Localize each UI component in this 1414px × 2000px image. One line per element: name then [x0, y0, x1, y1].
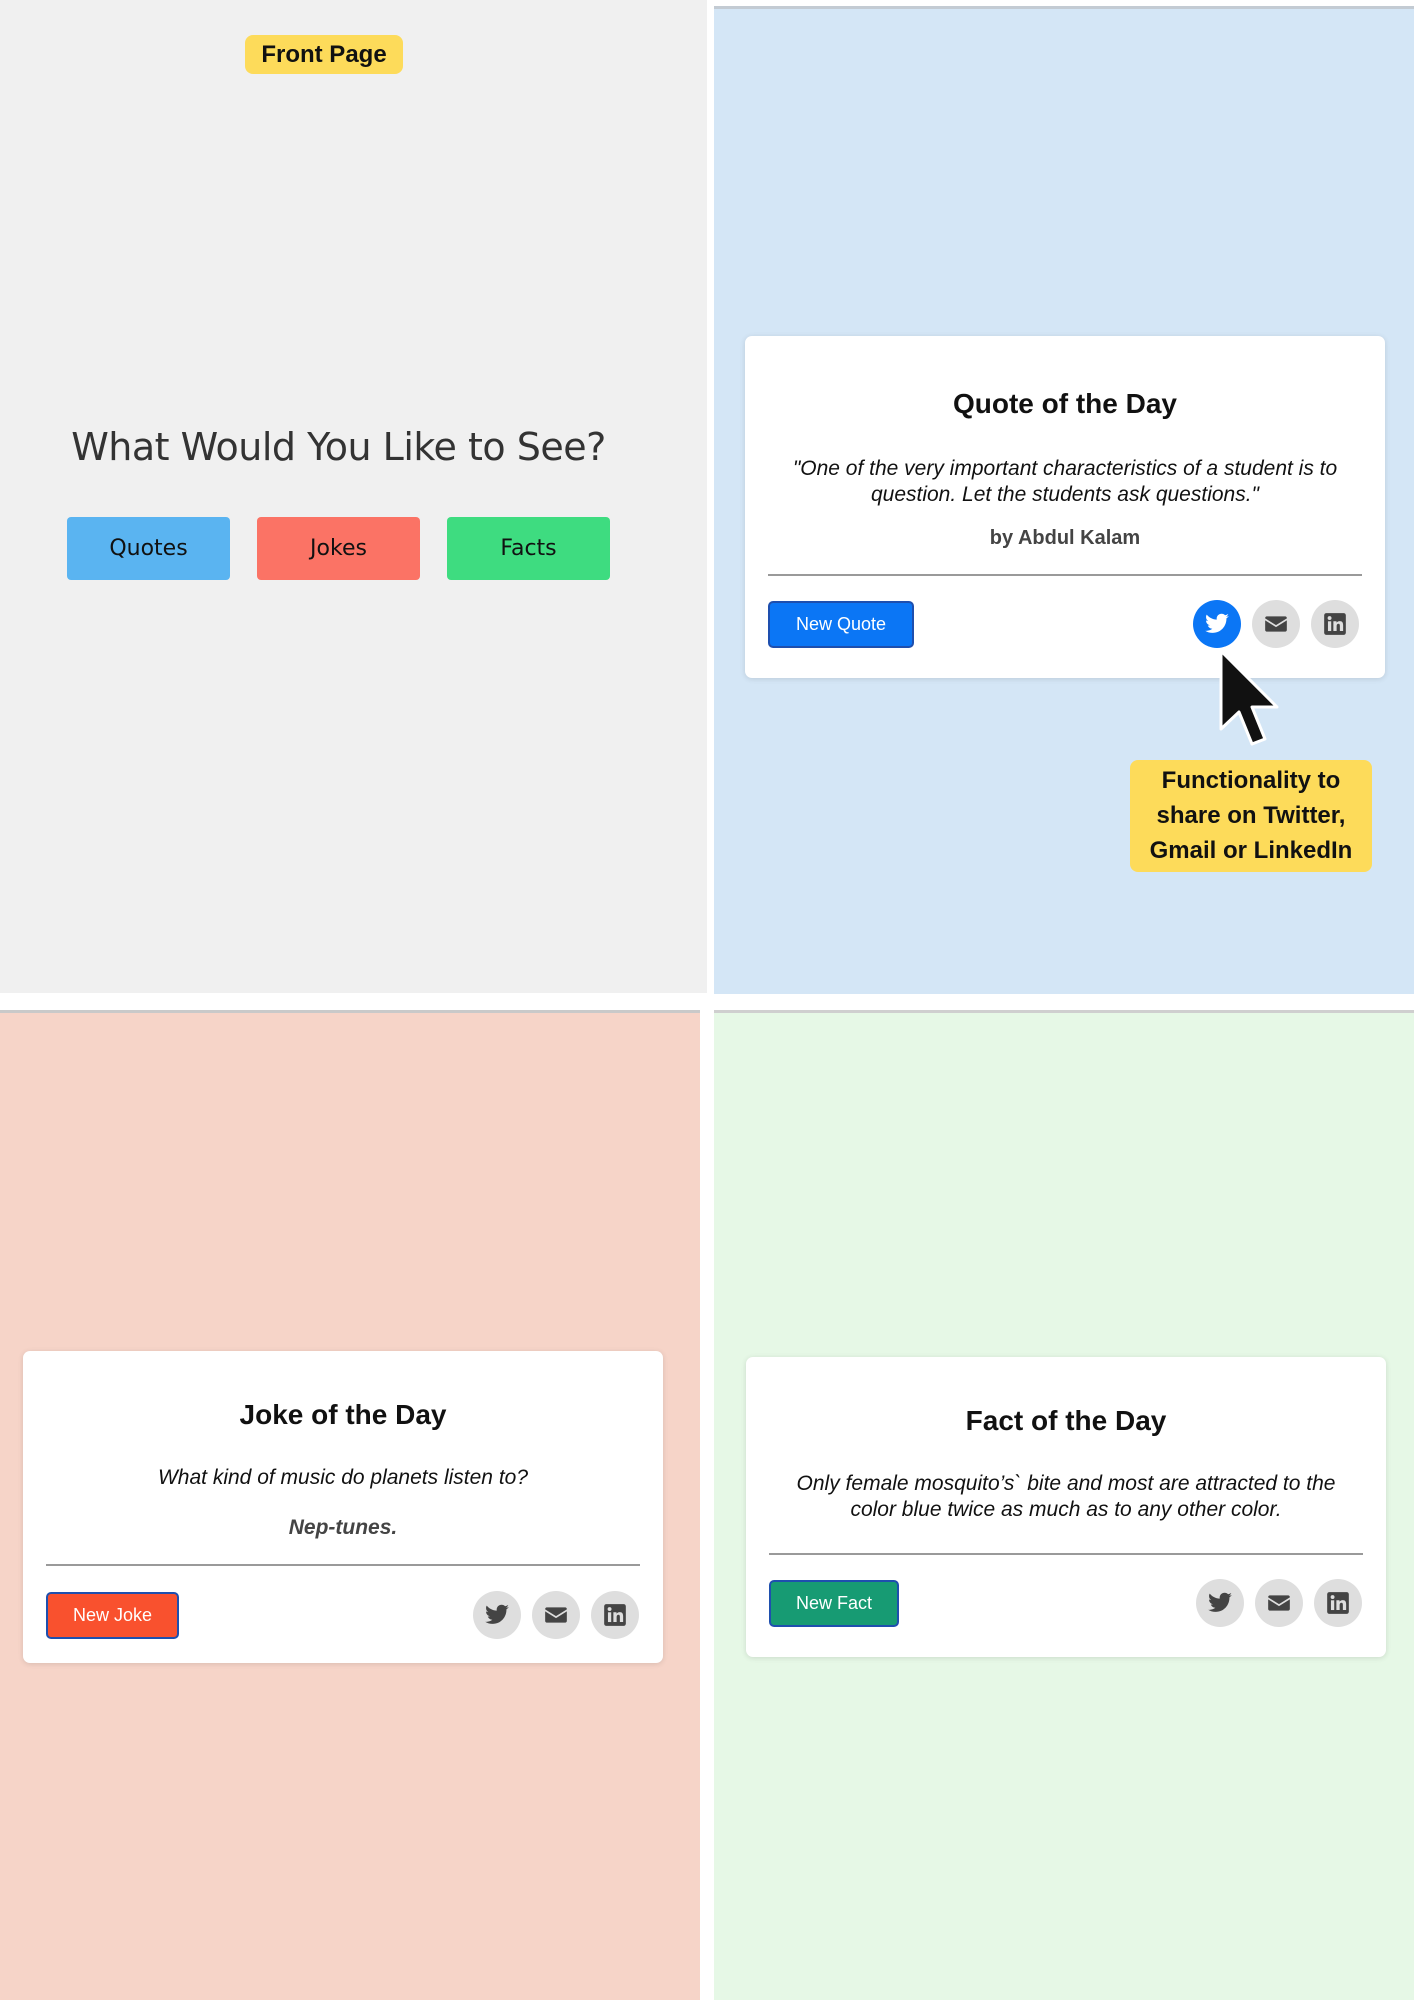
- divider: [46, 1564, 640, 1566]
- linkedin-icon: [1324, 613, 1346, 635]
- mail-icon: [1268, 1595, 1290, 1611]
- front-page-label: Front Page: [245, 35, 403, 74]
- email-share-button[interactable]: [1255, 1579, 1303, 1627]
- quotes-button[interactable]: Quotes: [67, 517, 230, 580]
- twitter-share-button[interactable]: [473, 1591, 521, 1639]
- twitter-icon: [1208, 1592, 1232, 1612]
- mouse-cursor-icon: [1219, 649, 1279, 746]
- linkedin-icon: [1327, 1592, 1349, 1614]
- new-fact-button[interactable]: New Fact: [769, 1580, 899, 1627]
- share-feature-annotation: Functionality to share on Twitter, Gmail…: [1130, 760, 1372, 872]
- linkedin-icon: [604, 1604, 626, 1626]
- divider: [768, 574, 1362, 576]
- linkedin-share-button[interactable]: [591, 1591, 639, 1639]
- jokes-button[interactable]: Jokes: [257, 517, 420, 580]
- joke-answer: Nep-tunes.: [288, 1516, 398, 1539]
- twitter-icon: [485, 1604, 509, 1624]
- twitter-share-button[interactable]: [1193, 600, 1241, 648]
- divider: [769, 1553, 1363, 1555]
- twitter-icon: [1205, 613, 1229, 633]
- fact-text: Only female mosquito’s` bite and most ar…: [796, 1472, 1336, 1521]
- joke-page-panel: Joke of the Day What kind of music do pl…: [0, 1010, 700, 2000]
- mail-icon: [545, 1607, 567, 1623]
- front-page-heading: What Would You Like to See?: [71, 425, 606, 469]
- new-joke-button[interactable]: New Joke: [46, 1592, 179, 1639]
- email-share-button[interactable]: [532, 1591, 580, 1639]
- facts-button[interactable]: Facts: [447, 517, 610, 580]
- quote-card: Quote of the Day "One of the very import…: [745, 336, 1385, 678]
- fact-title: Fact of the Day: [965, 1405, 1167, 1436]
- quote-author: by Abdul Kalam: [989, 527, 1141, 549]
- new-quote-button[interactable]: New Quote: [768, 601, 914, 648]
- linkedin-share-button[interactable]: [1314, 1579, 1362, 1627]
- email-share-button[interactable]: [1252, 600, 1300, 648]
- twitter-share-button[interactable]: [1196, 1579, 1244, 1627]
- joke-question: What kind of music do planets listen to?: [157, 1466, 529, 1489]
- fact-card: Fact of the Day Only female mosquito’s` …: [746, 1357, 1386, 1657]
- fact-page-panel: Fact of the Day Only female mosquito’s` …: [714, 1010, 1414, 2000]
- quote-title: Quote of the Day: [952, 388, 1177, 419]
- quote-page-panel: Quote of the Day "One of the very import…: [714, 6, 1414, 994]
- joke-card: Joke of the Day What kind of music do pl…: [23, 1351, 663, 1663]
- quote-text: "One of the very important characteristi…: [792, 457, 1338, 506]
- joke-title: Joke of the Day: [239, 1399, 447, 1430]
- front-page-panel: Front Page What Would You Like to See? Q…: [0, 0, 707, 993]
- linkedin-share-button[interactable]: [1311, 600, 1359, 648]
- mail-icon: [1265, 616, 1287, 632]
